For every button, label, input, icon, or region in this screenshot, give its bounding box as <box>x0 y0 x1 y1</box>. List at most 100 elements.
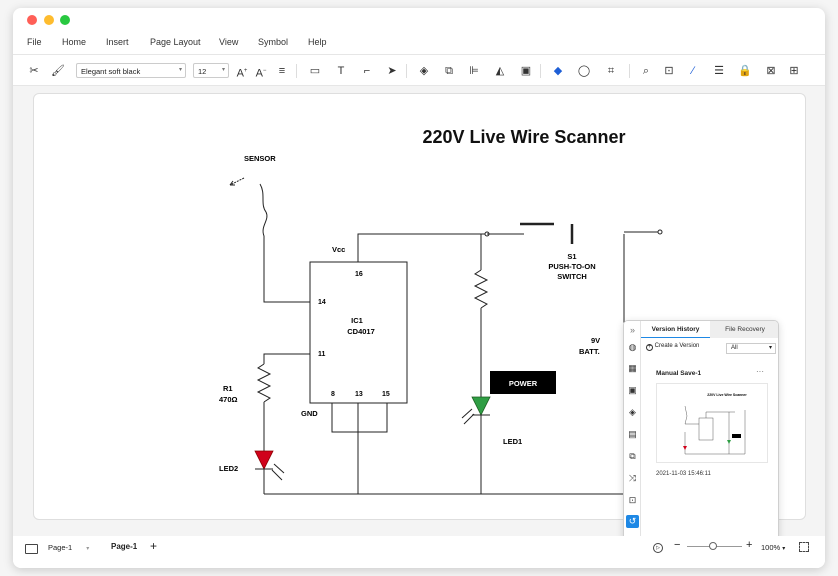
version-filter-select[interactable]: All ▾ <box>726 343 776 354</box>
tab-file-recovery[interactable]: File Recovery <box>710 321 778 338</box>
fit-page-icon[interactable]: ⊠ <box>763 63 779 79</box>
lock-icon[interactable]: 🔒 <box>737 63 753 79</box>
font-family-value: Elegant soft black <box>81 67 141 76</box>
create-version-label: Create a Version <box>654 343 700 349</box>
r1-label: R1 <box>223 384 233 393</box>
r1-resistor <box>256 363 272 403</box>
s1-description-line2: SWITCH <box>557 272 587 281</box>
history-icon[interactable]: ↺ <box>626 515 639 528</box>
ic-pin13: 13 <box>355 391 363 398</box>
add-circle-icon: + <box>646 344 653 351</box>
app-window: File Home Insert Page Layout View Symbol… <box>13 8 825 568</box>
page-layout-icon[interactable] <box>25 544 38 554</box>
led1-light-arrows-icon <box>461 408 475 425</box>
add-page-button[interactable]: + <box>150 539 157 553</box>
flip-icon[interactable]: ◭ <box>492 63 508 79</box>
grid-icon[interactable]: ▦ <box>626 362 639 375</box>
format-painter-icon[interactable]: 🖌 <box>50 63 66 79</box>
canvas-area: 220V Live Wire Scanner SENSOR Vcc 16 14 … <box>13 86 825 546</box>
zoom-out-button[interactable]: − <box>674 539 680 551</box>
zoom-slider-handle[interactable] <box>709 542 717 550</box>
diagram-title: 220V Live Wire Scanner <box>423 127 626 147</box>
crop-icon[interactable]: ⌗ <box>603 63 619 79</box>
version-thumbnail[interactable]: 220V Live Wire Scanner <box>656 383 768 463</box>
font-size-select[interactable]: 12 ▾ <box>193 63 229 78</box>
menu-help[interactable]: Help <box>308 37 327 47</box>
cut-icon[interactable]: ✂ <box>26 63 42 79</box>
chevron-down-icon: ▾ <box>86 546 90 552</box>
zoom-level-value: 100% <box>761 543 781 552</box>
more-options-icon[interactable]: ··· <box>756 367 764 376</box>
group-icon[interactable]: ⧉ <box>441 63 457 79</box>
version-entry-title[interactable]: Manual Save-1 <box>656 370 701 377</box>
fullscreen-icon[interactable] <box>799 542 809 552</box>
zoom-window-button[interactable] <box>60 15 70 25</box>
frame-icon[interactable]: ▣ <box>518 63 534 79</box>
tab-version-history[interactable]: Version History <box>641 321 710 338</box>
tab-page-1[interactable]: Page-1 <box>107 542 141 551</box>
page-select[interactable]: Page-1 ▾ <box>48 543 89 552</box>
led1-resistor <box>473 269 489 309</box>
font-family-select[interactable]: Elegant soft black ▾ <box>76 63 186 78</box>
toolbar-divider <box>540 64 541 78</box>
layers-icon[interactable]: ◈ <box>626 406 639 419</box>
font-size-value: 12 <box>198 67 207 76</box>
rectangle-icon[interactable]: ▭ <box>307 63 323 79</box>
align-left-icon[interactable]: ⊫ <box>466 63 482 79</box>
close-window-button[interactable] <box>27 15 37 25</box>
toolbar: ✂ 🖌 Elegant soft black ▾ 12 ▾ A+ A− ≡ ▭ … <box>13 54 825 86</box>
presentation-icon[interactable]: ⊡ <box>626 494 639 507</box>
line-weight-icon[interactable]: ☰ <box>711 63 727 79</box>
create-version-button[interactable]: + Create a Version <box>646 343 699 351</box>
vcc-wire <box>357 233 487 262</box>
decrease-font-icon[interactable]: A− <box>253 63 269 80</box>
chevron-down-icon: ▾ <box>178 67 182 73</box>
text-icon[interactable]: T <box>333 63 349 79</box>
more-tools-icon[interactable]: ⊞ <box>786 63 802 79</box>
toolbar-divider <box>406 64 407 78</box>
sensor-label: SENSOR <box>244 154 276 163</box>
led1-icon <box>471 396 491 416</box>
chevron-down-icon: ▾ <box>782 546 786 552</box>
panel-tabs: Version History File Recovery <box>641 321 778 338</box>
find-replace-icon[interactable]: ⊡ <box>661 63 677 79</box>
menu-insert[interactable]: Insert <box>106 37 129 47</box>
s1-description-line1: PUSH-TO-ON <box>548 262 595 271</box>
image-icon[interactable]: ▣ <box>626 384 639 397</box>
menu-symbol[interactable]: Symbol <box>258 37 288 47</box>
chevron-down-icon: ▾ <box>768 345 772 351</box>
menu-view[interactable]: View <box>219 37 238 47</box>
align-icon[interactable]: ≡ <box>274 63 290 79</box>
ic-pin15: 15 <box>382 391 390 398</box>
pointer-icon[interactable]: ➤ <box>384 63 400 79</box>
connector-icon[interactable]: ⌐ <box>359 63 375 79</box>
collapse-chevron-icon[interactable]: » <box>626 324 639 337</box>
title-bar <box>13 8 825 32</box>
menu-home[interactable]: Home <box>62 37 86 47</box>
thumbnail-preview: 220V Live Wire Scanner <box>683 393 747 455</box>
battery-terminal <box>657 229 663 235</box>
led2-icon <box>254 450 274 470</box>
version-entry-date: 2021-11-03 15:46:11 <box>656 471 711 477</box>
battery-label: BATT. <box>579 347 600 356</box>
pages-icon[interactable]: ⧉ <box>626 450 639 463</box>
toolbar-divider <box>296 64 297 78</box>
minimize-window-button[interactable] <box>44 15 54 25</box>
layers-icon[interactable]: ◈ <box>416 63 432 79</box>
zoom-level[interactable]: 100% ▾ <box>761 543 785 552</box>
zoom-in-button[interactable]: + <box>746 539 752 551</box>
shuffle-icon[interactable]: ⤨ <box>626 472 639 485</box>
menu-file[interactable]: File <box>27 37 42 47</box>
line-style-icon[interactable]: ◯ <box>576 63 592 79</box>
play-icon[interactable]: ▷ <box>653 543 663 553</box>
menu-page-layout[interactable]: Page Layout <box>150 37 201 47</box>
increase-font-icon[interactable]: A+ <box>234 63 250 80</box>
fill-bucket-icon[interactable]: ◍ <box>626 341 639 354</box>
pin8-pin15-wire <box>331 403 388 433</box>
menu-bar: File Home Insert Page Layout View Symbol… <box>13 34 825 54</box>
chevron-down-icon: ▾ <box>221 67 225 73</box>
fill-color-icon[interactable]: ◆ <box>550 63 566 79</box>
line-color-icon[interactable]: ∕ <box>685 63 701 79</box>
search-icon[interactable]: ⌕ <box>638 63 654 79</box>
document-icon[interactable]: ▤ <box>626 428 639 441</box>
